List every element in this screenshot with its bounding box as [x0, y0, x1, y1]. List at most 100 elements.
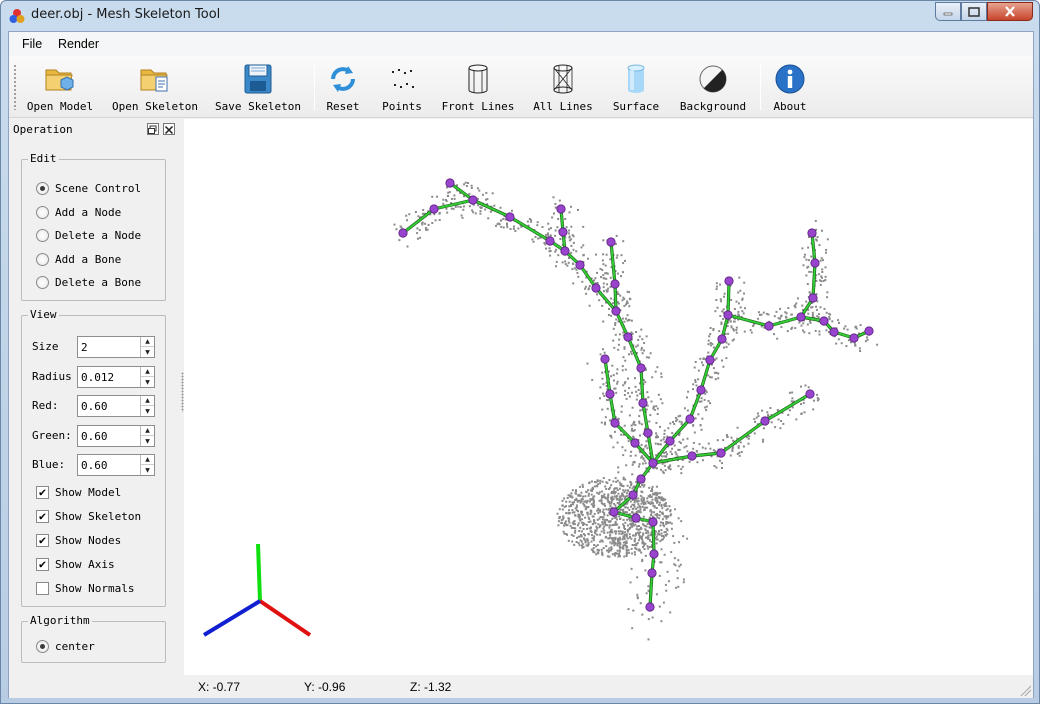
skeleton-node[interactable]	[807, 228, 817, 238]
skeleton-node[interactable]	[610, 418, 620, 428]
radio-indicator[interactable]	[36, 181, 49, 195]
radio-add-node[interactable]: Add a Node	[36, 204, 121, 220]
skeleton-node[interactable]	[556, 204, 566, 214]
skeleton-node[interactable]	[808, 293, 818, 303]
size-spinbox[interactable]: ▲▼	[77, 336, 155, 358]
skeleton-node[interactable]	[687, 451, 697, 461]
radio-add-bone[interactable]: Add a Bone	[36, 251, 121, 267]
skeleton-node[interactable]	[611, 306, 621, 316]
show-normals-checkbox[interactable]: Show Normals	[36, 580, 134, 596]
skeleton-node[interactable]	[610, 279, 620, 289]
save-skeleton-button[interactable]: Save Skeleton	[214, 60, 302, 114]
skeleton-node[interactable]	[696, 385, 706, 395]
skeleton-node[interactable]	[468, 195, 478, 205]
skeleton-node[interactable]	[605, 389, 615, 399]
skeleton-node[interactable]	[545, 236, 555, 246]
points-button[interactable]: Points	[377, 60, 427, 114]
radius-spinbox[interactable]: ▲▼	[77, 366, 155, 388]
radio-scene-control[interactable]: Scene Control	[36, 180, 141, 196]
skeleton-node[interactable]	[560, 246, 570, 256]
background-button[interactable]: Background	[677, 60, 749, 114]
green-spinbox[interactable]: ▲▼	[77, 425, 155, 447]
close-button[interactable]	[987, 2, 1033, 21]
skeleton-node[interactable]	[716, 448, 726, 458]
menu-render[interactable]: Render	[58, 37, 99, 51]
show-nodes-checkbox[interactable]: ✔ Show Nodes	[36, 532, 121, 548]
skeleton-node[interactable]	[760, 416, 770, 426]
resize-grip[interactable]	[1019, 684, 1031, 696]
spin-up-arrow-icon[interactable]: ▲	[141, 455, 154, 465]
skeleton-node[interactable]	[445, 178, 455, 188]
red-spinbox[interactable]: ▲▼	[77, 395, 155, 417]
skeleton-node[interactable]	[429, 204, 439, 214]
3d-viewport[interactable]	[184, 119, 1033, 675]
skeleton-node[interactable]	[829, 327, 839, 337]
front-lines-button[interactable]: Front Lines	[439, 60, 517, 114]
skeleton-node[interactable]	[643, 428, 653, 438]
radio-indicator[interactable]	[36, 205, 49, 219]
show-model-checkbox[interactable]: ✔ Show Model	[36, 484, 121, 500]
skeleton-node[interactable]	[805, 389, 815, 399]
red-input[interactable]	[81, 399, 139, 413]
skeleton-node[interactable]	[591, 283, 601, 293]
skeleton-node[interactable]	[647, 568, 657, 578]
skeleton-node[interactable]	[649, 549, 659, 559]
green-input[interactable]	[81, 429, 139, 443]
skeleton-node[interactable]	[628, 490, 638, 500]
open-model-button[interactable]: Open Model	[25, 60, 95, 114]
surface-button[interactable]: Surface	[607, 60, 665, 114]
show-skeleton-checkbox[interactable]: ✔ Show Skeleton	[36, 508, 141, 524]
skeleton-node[interactable]	[645, 602, 655, 612]
skeleton-node[interactable]	[724, 276, 734, 286]
menu-file[interactable]: File	[22, 37, 42, 51]
skeleton-node[interactable]	[648, 458, 658, 468]
checkbox-checked-icon[interactable]: ✔	[36, 533, 49, 547]
reset-button[interactable]: Reset	[320, 60, 366, 114]
spin-up-arrow-icon[interactable]: ▲	[141, 367, 154, 377]
checkbox-checked-icon[interactable]: ✔	[36, 485, 49, 499]
title-bar[interactable]: deer.obj - Mesh Skeleton Tool	[1, 1, 1039, 31]
skeleton-node[interactable]	[558, 227, 568, 237]
checkbox-checked-icon[interactable]: ✔	[36, 557, 49, 571]
toolbar-grip[interactable]	[13, 64, 17, 110]
skeleton-node[interactable]	[636, 474, 646, 484]
skeleton-node[interactable]	[575, 260, 585, 270]
skeleton-node[interactable]	[648, 517, 658, 527]
skeleton-node[interactable]	[631, 513, 641, 523]
skeleton-node[interactable]	[638, 398, 648, 408]
skeleton-node[interactable]	[505, 212, 515, 222]
skeleton-node[interactable]	[609, 507, 619, 517]
skeleton-node[interactable]	[665, 436, 675, 446]
spin-down-arrow-icon[interactable]: ▼	[141, 465, 154, 475]
spin-down-arrow-icon[interactable]: ▼	[141, 347, 154, 357]
skeleton-node[interactable]	[849, 333, 859, 343]
spin-down-arrow-icon[interactable]: ▼	[141, 406, 154, 416]
skeleton-node[interactable]	[796, 312, 806, 322]
radio-indicator[interactable]	[36, 639, 49, 653]
radio-delete-node[interactable]: Delete a Node	[36, 227, 141, 243]
skeleton-node[interactable]	[600, 354, 610, 364]
show-axis-checkbox[interactable]: ✔ Show Axis	[36, 556, 115, 572]
close-panel-button[interactable]	[163, 123, 175, 135]
spin-down-arrow-icon[interactable]: ▼	[141, 436, 154, 446]
float-panel-button[interactable]	[147, 123, 159, 135]
spin-down-arrow-icon[interactable]: ▼	[141, 377, 154, 387]
spin-up-arrow-icon[interactable]: ▲	[141, 426, 154, 436]
size-input[interactable]	[81, 340, 139, 354]
blue-input[interactable]	[81, 458, 139, 472]
maximize-button[interactable]	[961, 2, 987, 21]
skeleton-node[interactable]	[606, 237, 616, 247]
skeleton-node[interactable]	[810, 258, 820, 268]
checkbox-checked-icon[interactable]: ✔	[36, 509, 49, 523]
radius-input[interactable]	[81, 370, 139, 384]
skeleton-node[interactable]	[819, 316, 829, 326]
about-button[interactable]: About	[767, 60, 813, 114]
skeleton-node[interactable]	[636, 363, 646, 373]
open-skeleton-button[interactable]: Open Skeleton	[110, 60, 200, 114]
skeleton-node[interactable]	[705, 355, 715, 365]
radio-indicator[interactable]	[36, 252, 49, 266]
scene-canvas[interactable]	[184, 119, 1033, 675]
skeleton-node[interactable]	[623, 332, 633, 342]
spin-up-arrow-icon[interactable]: ▲	[141, 337, 154, 347]
minimize-button[interactable]	[935, 2, 961, 21]
